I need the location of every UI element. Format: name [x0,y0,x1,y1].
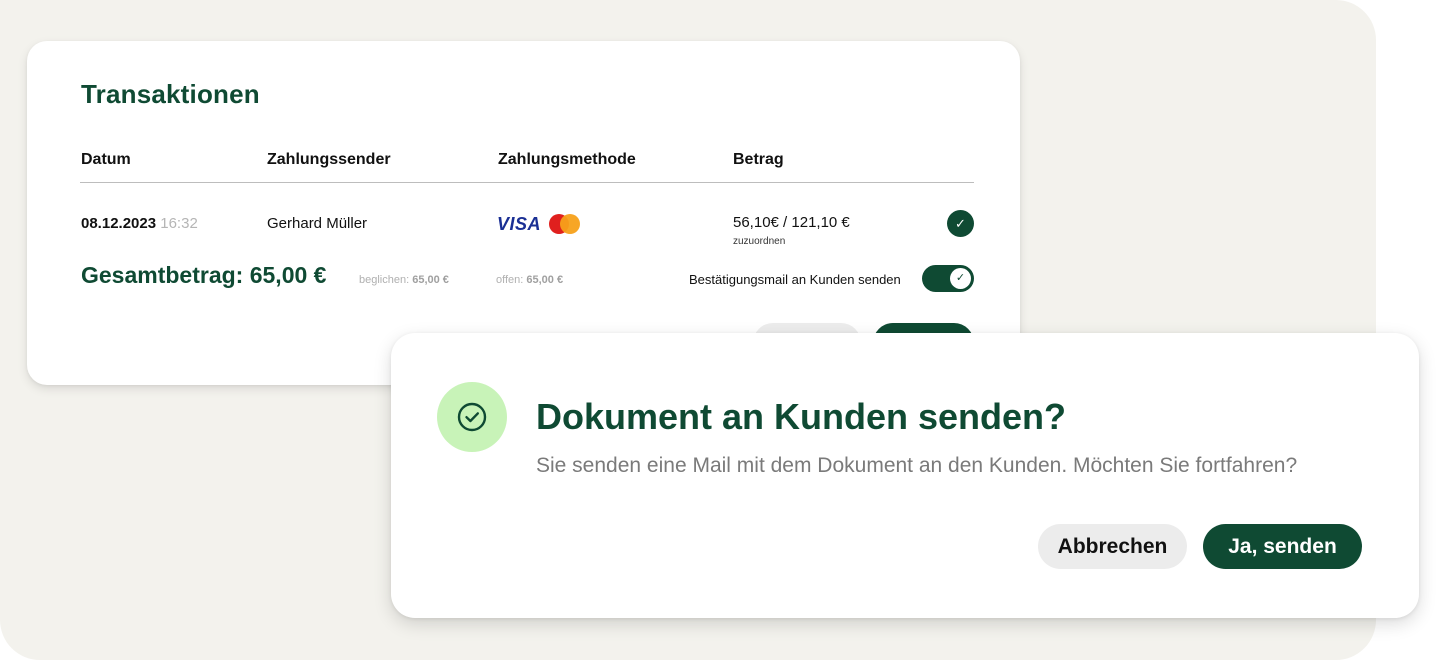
toggle-check-icon: ✓ [950,268,971,289]
transaction-time: 16:32 [160,215,198,232]
transaction-date-cell: 08.12.2023 16:32 [81,215,198,232]
check-circle-icon [437,382,507,452]
send-button[interactable]: Ja, senden [1203,524,1362,569]
dialog-title: Dokument an Kunden senden? [536,396,1067,437]
confirm-mail-toggle[interactable]: ✓ [922,265,974,292]
column-header-method: Zahlungsmethode [498,151,636,168]
cancel-button[interactable]: Abbrechen [1038,524,1187,569]
settled-value: 65,00 € [412,274,449,286]
column-header-sender: Zahlungssender [267,151,391,168]
confirm-send-dialog: Dokument an Kunden senden? Sie senden ei… [391,333,1419,618]
open-label: offen: [496,274,524,286]
transaction-sender: Gerhard Müller [267,215,368,232]
settled-amount: beglichen: 65,00 € [359,274,449,286]
status-check-icon[interactable]: ✓ [947,210,974,237]
open-value: 65,00 € [526,274,564,286]
open-amount: offen: 65,00 € [496,274,563,286]
column-header-datum: Datum [81,151,131,168]
header-divider [80,182,974,183]
total-amount: Gesamtbetrag: 65,00 € [81,262,327,288]
settled-label: beglichen: [359,274,410,286]
mastercard-logo-icon [549,214,581,234]
visa-logo-icon: VISA [497,214,542,234]
dialog-message: Sie senden eine Mail mit dem Dokument an… [536,454,1298,477]
confirm-mail-label: Bestätigungsmail an Kunden senden [689,272,901,287]
transactions-title: Transaktionen [81,79,260,109]
transaction-amount-note: zuzuordnen [733,236,786,247]
column-header-amount: Betrag [733,151,784,168]
transaction-date: 08.12.2023 [81,215,157,232]
transaction-amount: 56,10€ / 121,10 € [733,214,850,231]
